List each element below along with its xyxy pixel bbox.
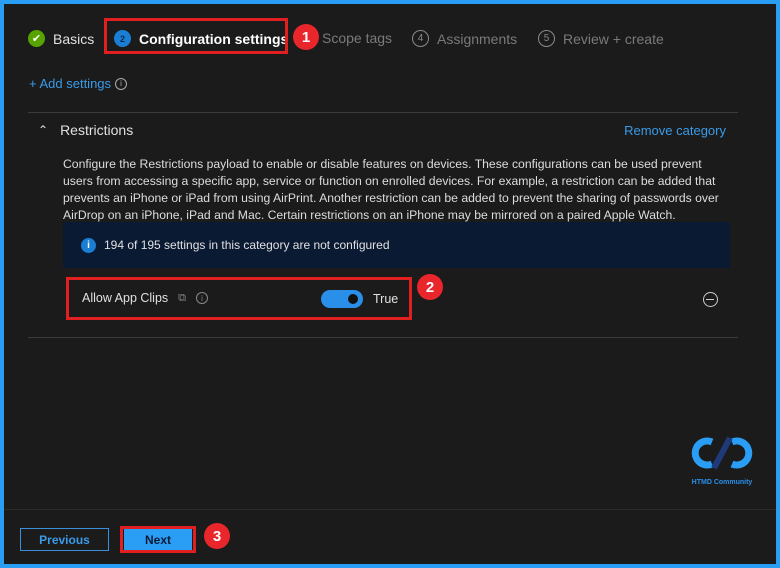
info-icon: i [115, 77, 128, 90]
checkmark-icon: ✔ [28, 30, 45, 47]
divider [28, 112, 738, 113]
info-icon: i [81, 237, 96, 253]
htmd-logo: HTMD Community [686, 434, 758, 486]
next-button[interactable]: Next [124, 529, 192, 550]
step-basics[interactable]: ✔ Basics [28, 30, 94, 47]
setting-label: Allow App Clips [82, 291, 169, 305]
remove-setting-icon[interactable] [703, 292, 718, 307]
copy-icon[interactable]: ⧉ [178, 292, 186, 305]
callout-badge: 3 [204, 523, 230, 549]
step-number-icon: 4 [412, 30, 429, 47]
step-label: Scope tags [322, 30, 393, 46]
previous-button[interactable]: Previous [20, 528, 109, 551]
logo-icon [691, 436, 753, 470]
add-settings-link[interactable]: + Add settings i [29, 76, 128, 91]
step-label: Assignments [437, 30, 518, 47]
info-text: 194 of 195 settings in this category are… [104, 238, 390, 252]
callout-badge: 2 [417, 274, 443, 300]
highlight-box [104, 18, 288, 54]
setting-row: Allow App Clips ⧉ i [82, 291, 209, 305]
wizard-window: ✔ Basics 2 Configuration settings 1 Scop… [4, 4, 776, 564]
callout-badge: 1 [293, 24, 319, 50]
step-label: Review + create [563, 30, 664, 47]
info-icon[interactable]: i [196, 292, 209, 304]
step-number-icon: 5 [538, 30, 555, 47]
remove-category-link[interactable]: Remove category [624, 123, 726, 138]
logo-text: HTMD Community [691, 479, 753, 486]
toggle-knob [348, 294, 358, 304]
info-banner: i 194 of 195 settings in this category a… [63, 222, 730, 268]
step-review-create[interactable]: 5 Review + create [538, 30, 664, 47]
allow-app-clips-toggle[interactable] [321, 290, 363, 308]
category-header[interactable]: ⌃ Restrictions [38, 122, 133, 138]
footer-divider [4, 509, 776, 510]
chevron-up-icon: ⌃ [38, 123, 49, 137]
divider [28, 337, 738, 338]
category-description: Configure the Restrictions payload to en… [63, 157, 719, 222]
category-title: Restrictions [60, 122, 134, 138]
step-scope-tags[interactable]: Scope tags [322, 30, 392, 46]
step-label: Basics [53, 30, 95, 47]
toggle-value: True [373, 292, 399, 306]
step-assignments[interactable]: 4 Assignments [412, 30, 517, 47]
add-settings-label: + Add settings [29, 76, 112, 91]
